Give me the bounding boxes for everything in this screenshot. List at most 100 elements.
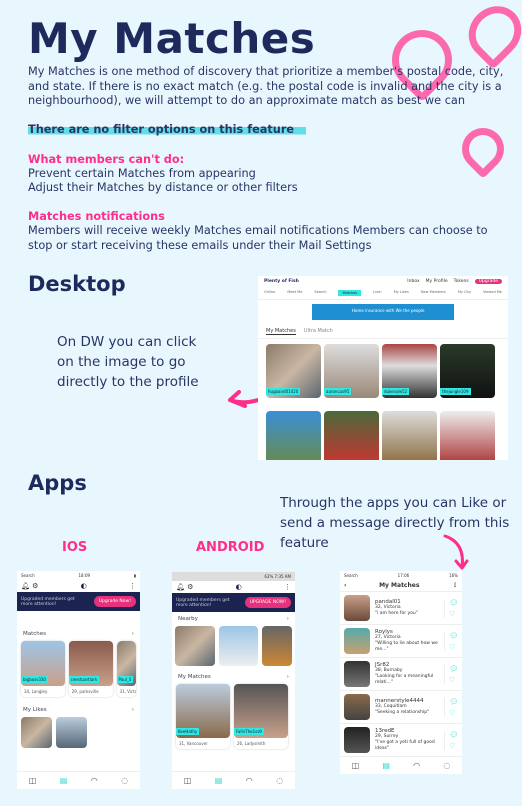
nearby-photo[interactable] [218, 626, 259, 666]
profile-photo[interactable] [344, 661, 370, 687]
profile-link[interactable]: My Profile [426, 279, 448, 284]
ad-banner[interactable]: Home insurance with We the people [312, 304, 454, 320]
heart-icon[interactable]: ♡ [449, 610, 458, 618]
list-item[interactable]: pandal01 32, Victoria "i am here for you… [340, 592, 462, 625]
tab-ultra-match[interactable]: Ultra Match [304, 328, 333, 335]
like-photo[interactable] [56, 717, 87, 748]
heart-icon[interactable]: ♡ [449, 676, 458, 684]
matches-icon[interactable]: ▤ [382, 761, 390, 770]
live-icon[interactable]: ◠ [413, 761, 420, 770]
chat-icon[interactable]: ◌ [276, 776, 283, 785]
menu-icon[interactable]: ⋮ [452, 582, 458, 589]
match-info: 34, Langley [24, 689, 48, 694]
message-icon[interactable]: 💬︎ [449, 731, 458, 739]
heart-icon[interactable]: ♡ [449, 709, 458, 717]
nav-search[interactable]: Search [314, 290, 326, 296]
profile-photo[interactable] [324, 411, 379, 460]
matches-icon[interactable]: ▤ [215, 776, 223, 785]
list-item[interactable]: 13redE 29, Surrey "I've got a yeti full … [340, 724, 462, 757]
matches-section-title[interactable]: Matches [23, 631, 46, 637]
nearby-photo[interactable] [175, 626, 215, 666]
time: 17:06 [397, 573, 410, 578]
ios-screenshot: Search 18:09 ▮ 🔔︎ ⚙︎ ◐ ⋮ Upgraded members ge… [17, 571, 140, 789]
nav-my-likes[interactable]: My Likes [394, 290, 409, 296]
back-icon[interactable]: ‹ [344, 582, 346, 589]
list-item[interactable]: Roylys 27, Victoria "Willing to lie abou… [340, 625, 462, 658]
logo: Plenty of Fish [264, 279, 299, 284]
upgrade-banner-text: Upgraded members get more attention! [21, 596, 75, 607]
list-screenshot: Search 17:06 16% ‹ My Matches ⋮ pandal01 32,… [340, 571, 462, 774]
heart-icon[interactable]: ♡ [449, 742, 458, 750]
heart-decoration [457, 0, 522, 70]
cant-do-heading: What members can't do: [28, 153, 185, 166]
upgrade-button[interactable]: Upgrade Now! [93, 596, 136, 607]
upgrade-button[interactable]: Upgrade [474, 279, 502, 284]
battery: 16% [449, 573, 458, 578]
carrier: Search [21, 573, 35, 578]
live-icon[interactable]: ◠ [91, 776, 98, 785]
chat-icon[interactable]: ◌ [121, 776, 128, 785]
nav-my-city[interactable]: My City [458, 290, 471, 296]
page-title: My Matches [28, 14, 316, 63]
live-icon[interactable]: ◠ [246, 776, 253, 785]
bell-icon[interactable]: 🔔︎ ⚙︎ [176, 583, 193, 591]
profile-photo[interactable]: thejungle109 [440, 344, 495, 398]
chevron-right-icon[interactable]: › [132, 631, 134, 637]
upgrade-button[interactable]: UPGRADE NOW! [244, 597, 291, 608]
match-card[interactable]: FallnThe1ss9 26, Ladysmith [234, 684, 288, 749]
match-card[interactable]: KeeHathy 31, Vancouver [176, 684, 230, 749]
like-photo[interactable] [21, 717, 52, 748]
profile-photo[interactable]: aaroncas95 [324, 344, 379, 398]
likes-section-title[interactable]: My Likes [23, 707, 47, 713]
nav-live[interactable]: Live! [373, 290, 382, 296]
tab-my-matches[interactable]: My Matches [266, 328, 296, 335]
meet-icon[interactable]: ◫ [184, 776, 192, 785]
chevron-right-icon[interactable]: › [132, 707, 134, 713]
match-card[interactable]: ceestuartlark 29, parksville [68, 641, 113, 697]
highlight-text: There are no filter options on this feat… [28, 123, 307, 136]
list-item[interactable]: JSr82 38, Burnaby "Looking for a meaning… [340, 658, 462, 691]
username: FallnThe1ss9 [234, 728, 264, 735]
nearby-section-title[interactable]: Nearby [178, 616, 198, 622]
message-icon[interactable]: 💬︎ [449, 698, 458, 706]
message-icon[interactable]: 💬︎ [449, 632, 458, 640]
meet-icon[interactable]: ◫ [29, 776, 37, 785]
profile-photo[interactable] [344, 595, 370, 621]
message-icon[interactable]: 💬︎ [449, 599, 458, 607]
bell-icon[interactable]: 🔔︎ ⚙︎ [21, 582, 38, 590]
desktop-note: On DW you can click on the image to go d… [57, 334, 199, 390]
match-card[interactable]: bigboss330 34, Langley [21, 641, 65, 697]
profile-photo[interactable] [344, 727, 370, 753]
matches-section-title[interactable]: My Matches [178, 674, 211, 680]
message-icon[interactable]: 💬︎ [449, 665, 458, 673]
inbox-link[interactable]: Inbox [407, 279, 419, 284]
profile-photo[interactable] [440, 411, 495, 460]
nav-matches[interactable]: Matches [338, 290, 362, 296]
list-item[interactable]: mannerstyle4444 33, Coquitlam "Seeking a… [340, 691, 462, 724]
profile-photo[interactable] [344, 694, 370, 720]
username: thejungle109 [440, 388, 471, 395]
meet-icon[interactable]: ◫ [352, 761, 360, 770]
profile-photo[interactable]: hugoand01420 [266, 344, 321, 398]
cant-do-item: Adjust their Matches by distance or othe… [28, 181, 298, 194]
nav-meet-me[interactable]: Meet Me [287, 290, 302, 296]
menu-icon[interactable]: ⋮ [284, 583, 291, 591]
match-card[interactable]: Paul_S 31, Victo [116, 641, 136, 697]
profile-photo[interactable] [266, 411, 321, 460]
username: Paul_S [116, 676, 134, 683]
nav-new-members[interactable]: New Members [421, 290, 446, 296]
profile-photo[interactable]: dukevale52 [382, 344, 437, 398]
chevron-right-icon[interactable]: › [287, 616, 289, 622]
menu-icon[interactable]: ⋮ [129, 582, 136, 590]
nearby-photo[interactable] [262, 626, 293, 666]
nav-online[interactable]: Online [264, 290, 275, 296]
profile-photo[interactable] [344, 628, 370, 654]
profile-photo[interactable] [382, 411, 437, 460]
heart-icon[interactable]: ♡ [449, 643, 458, 651]
matches-icon[interactable]: ▤ [60, 776, 68, 785]
tokens-link[interactable]: Tokens [454, 279, 469, 284]
arrow-icon [443, 534, 469, 570]
nav-viewed-me[interactable]: Viewed Me [483, 290, 502, 296]
chevron-right-icon[interactable]: › [287, 674, 289, 680]
chat-icon[interactable]: ◌ [443, 761, 450, 770]
